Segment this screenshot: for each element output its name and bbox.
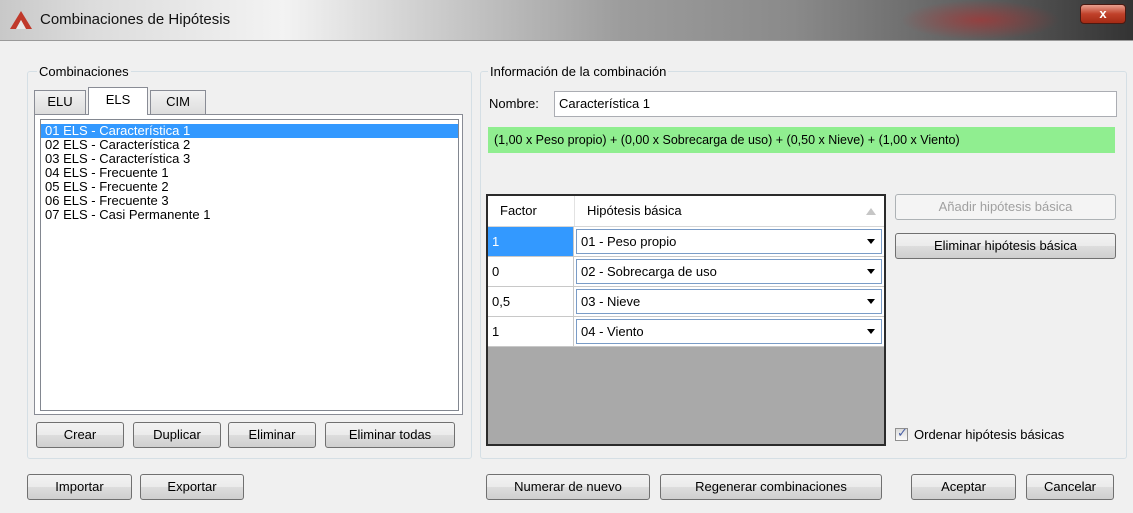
add-hypothesis-button[interactable]: Añadir hipótesis básica	[895, 194, 1116, 220]
duplicate-button[interactable]: Duplicar	[133, 422, 221, 448]
create-button[interactable]: Crear	[36, 422, 124, 448]
checkmark-icon: ✓	[897, 425, 908, 440]
grid-header: Factor Hipótesis básica	[488, 196, 884, 227]
tab-elu[interactable]: ELU	[34, 90, 86, 114]
app-logo-icon	[10, 11, 32, 29]
close-button[interactable]: x	[1080, 4, 1126, 24]
dropdown-arrow-icon[interactable]	[867, 269, 875, 274]
combination-info-group-label: Información de la combinación	[488, 64, 669, 79]
dropdown-arrow-icon[interactable]	[867, 329, 875, 334]
table-row[interactable]: 0,5 03 - Nieve	[488, 287, 884, 317]
factor-cell[interactable]: 1	[488, 227, 574, 256]
list-item[interactable]: 02 ELS - Característica 2	[41, 138, 458, 152]
hypothesis-column-header[interactable]: Hipótesis básica	[575, 196, 884, 226]
table-row[interactable]: 1 01 - Peso propio	[488, 227, 884, 257]
hypothesis-dropdown-value: 02 - Sobrecarga de uso	[581, 264, 717, 279]
window-title: Combinaciones de Hipótesis	[40, 11, 231, 28]
hypothesis-dropdown[interactable]: 03 - Nieve	[576, 289, 882, 314]
sort-hypotheses-checkbox[interactable]: ✓	[895, 425, 908, 441]
dropdown-arrow-icon[interactable]	[867, 239, 875, 244]
tab-els[interactable]: ELS	[88, 87, 148, 115]
hypothesis-dropdown[interactable]: 02 - Sobrecarga de uso	[576, 259, 882, 284]
remove-hypothesis-button[interactable]: Eliminar hipótesis básica	[895, 233, 1116, 259]
dialog-window: Combinaciones de Hipótesis x Combinacion…	[0, 0, 1133, 513]
renumber-button[interactable]: Numerar de nuevo	[486, 474, 650, 500]
delete-button[interactable]: Eliminar	[228, 422, 316, 448]
tab-els-label: ELS	[105, 92, 131, 107]
combinations-group-label: Combinaciones	[37, 64, 131, 79]
factor-cell[interactable]: 1	[488, 317, 574, 346]
hypothesis-dropdown-value: 03 - Nieve	[581, 294, 641, 309]
list-item[interactable]: 04 ELS - Frecuente 1	[41, 166, 458, 180]
import-button[interactable]: Importar	[27, 474, 132, 500]
list-item[interactable]: 01 ELS - Característica 1	[41, 124, 458, 138]
name-field[interactable]: Característica 1	[554, 91, 1117, 117]
cancel-button[interactable]: Cancelar	[1026, 474, 1114, 500]
sort-hypotheses-label: Ordenar hipótesis básicas	[914, 427, 1065, 442]
list-item[interactable]: 07 ELS - Casi Permanente 1	[41, 208, 458, 222]
hypothesis-dropdown-value: 01 - Peso propio	[581, 234, 677, 249]
title-bar-glow	[900, 0, 1060, 40]
regenerate-combinations-button[interactable]: Regenerar combinaciones	[660, 474, 882, 500]
hypothesis-dropdown[interactable]: 01 - Peso propio	[576, 229, 882, 254]
hypotheses-grid[interactable]: Factor Hipótesis básica 1 01 - Peso prop…	[486, 194, 886, 446]
list-item[interactable]: 05 ELS - Frecuente 2	[41, 180, 458, 194]
name-label: Nombre:	[489, 96, 539, 111]
combinations-list[interactable]: 01 ELS - Característica 1 02 ELS - Carac…	[40, 119, 459, 411]
export-button[interactable]: Exportar	[140, 474, 244, 500]
dropdown-arrow-icon[interactable]	[867, 299, 875, 304]
hypothesis-dropdown[interactable]: 04 - Viento	[576, 319, 882, 344]
list-item[interactable]: 03 ELS - Característica 3	[41, 152, 458, 166]
table-row[interactable]: 0 02 - Sobrecarga de uso	[488, 257, 884, 287]
sort-ascending-icon	[866, 208, 876, 215]
tab-cim[interactable]: CIM	[150, 90, 206, 114]
factor-column-header[interactable]: Factor	[488, 196, 575, 226]
factor-cell[interactable]: 0	[488, 257, 574, 286]
tab-elu-label: ELU	[47, 94, 73, 109]
factor-cell[interactable]: 0,5	[488, 287, 574, 316]
delete-all-button[interactable]: Eliminar todas	[325, 422, 455, 448]
list-item[interactable]: 06 ELS - Frecuente 3	[41, 194, 458, 208]
hypothesis-dropdown-value: 04 - Viento	[581, 324, 644, 339]
tab-cim-label: CIM	[166, 94, 190, 109]
combination-formula: (1,00 x Peso propio) + (0,00 x Sobrecarg…	[488, 127, 1115, 153]
title-bar: Combinaciones de Hipótesis x	[0, 0, 1133, 41]
accept-button[interactable]: Aceptar	[911, 474, 1016, 500]
table-row[interactable]: 1 04 - Viento	[488, 317, 884, 347]
